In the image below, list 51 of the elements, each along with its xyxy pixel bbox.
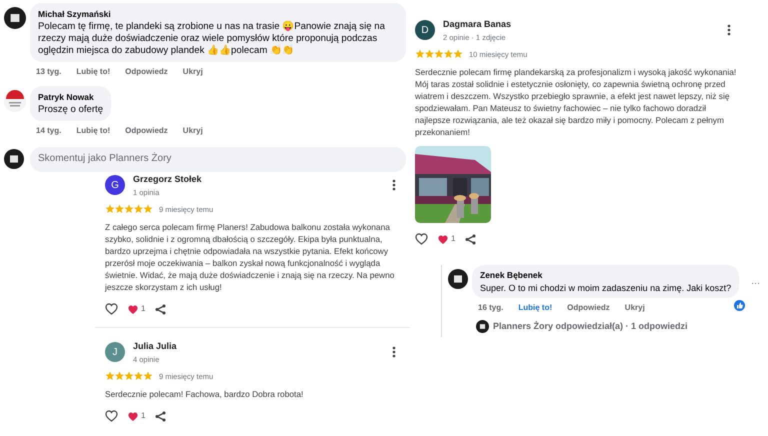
comment-text: Super. O to mi chodzi w moim zadaszeniu na zimę. Jaki koszt?	[480, 282, 732, 294]
reaction-count: 1	[141, 303, 146, 315]
comment-time: 14 tyg.	[36, 124, 62, 136]
reaction-count: 1	[451, 233, 456, 245]
heart-outline-icon[interactable]	[105, 303, 118, 315]
share-icon[interactable]	[155, 410, 166, 422]
comment-action-link[interactable]: Odpowiedz	[567, 302, 610, 314]
avatar-icon	[448, 269, 468, 289]
avatar-icon	[4, 90, 26, 112]
like-reaction-icon	[734, 300, 746, 311]
comment-action-link[interactable]: Lubię to!	[518, 302, 552, 314]
share-icon[interactable]	[465, 234, 476, 244]
heart-icon	[128, 412, 138, 420]
review-text: Serdecznie polecam! Fachowa, bardzo Dobra robota!	[105, 388, 304, 400]
comment-action-link[interactable]: Ukryj	[182, 66, 203, 78]
reviewer-name[interactable]: Dagmara Banas	[443, 18, 719, 32]
heart-outline-icon[interactable]	[415, 233, 428, 245]
avatar: J	[105, 342, 125, 362]
reviewer-name[interactable]: Grzegorz Stołek	[133, 173, 384, 186]
more-options-icon[interactable]	[392, 346, 396, 358]
comment-input-field[interactable]: Skomentuj jako Planners Żory	[30, 146, 406, 172]
comment-action-link[interactable]: Ukryj	[182, 124, 203, 136]
comment-action-link[interactable]: Lubię to!	[76, 66, 110, 78]
comment-text: Proszę o ofertę	[38, 104, 104, 116]
avatar-icon	[4, 7, 26, 29]
reviewer-name[interactable]: Julia Julia	[133, 340, 384, 354]
avatar: D	[415, 20, 435, 40]
review-text: Z całego serca polecam firmę Planers! Zabudowa balkonu została wykonana szybko, solidnie i z ogromną dbałością o szczegóły. Ekipa była punktualna, bardzo uprzejma i chętnie odpowiadała na wszystkie pytania. Efekt końcowy przerósł moje oczekiwania – balkon zyskał nową funkcjonalność i wygląda świetnie. Widać, że mają duże doświadczenie i znają się na rzeczy. Na pewno jeszcze skorzystam z ich usług!	[105, 221, 396, 293]
comment-action-link[interactable]: Ukryj	[624, 302, 645, 314]
comment-author[interactable]: Zenek Bębenek	[480, 269, 732, 282]
more-options-icon[interactable]	[392, 179, 396, 192]
heart-icon	[438, 234, 448, 244]
review-text: Serdecznie polecam firmę plandekarską za profesjonalizm i wysoką jakość wykonania! Mój taras został solidnie i estetycznie osłonięty, co zapewnia świetną ochronę przed wiatrem i deszczem. Wszystko przebiegło sprawnie, a efekt jest nawet lepszy, niż się spodziewałam. Pan Mateusz to świetny fachowiec – nie tylko fachowo doradził najlepsze rozwiązania, ale też okazał się bardzo miły i pomocny. Polecam z pełnym przekonaniem!	[415, 66, 737, 138]
comment-text: Polecam tę firmę, te plandeki są zrobione u nas na trasie 😛Panowie znają się na rzeczy mają duże doświadczenie oraz wiele pomysłów które proponują podczas oględzin miejsca do zabudowy plandek 👍👍polecam 👏👏	[38, 20, 386, 57]
heart-outline-icon[interactable]	[105, 410, 118, 422]
comment-action-link[interactable]: Lubię to!	[76, 124, 110, 136]
more-options-button[interactable]: ···	[751, 277, 760, 290]
reaction-count: 1	[141, 410, 146, 422]
avatar: G	[105, 175, 125, 196]
comment-author[interactable]: Patryk Nowak	[38, 90, 104, 104]
heart-icon	[128, 304, 138, 314]
comment-time: 13 tyg.	[36, 66, 62, 78]
avatar-icon	[476, 320, 489, 333]
comment-action-link[interactable]: Odpowiedz	[125, 124, 168, 136]
comment-time: 16 tyg.	[478, 302, 504, 314]
more-options-icon[interactable]	[727, 24, 731, 36]
avatar-icon	[4, 149, 24, 169]
share-icon[interactable]	[155, 304, 166, 314]
replies-link[interactable]: Planners Żory odpowiedział(a) · 1 odpowiedzi	[493, 320, 688, 334]
comment-action-link[interactable]: Odpowiedz	[125, 66, 168, 78]
comment-author[interactable]: Michał Szymański	[38, 8, 398, 21]
